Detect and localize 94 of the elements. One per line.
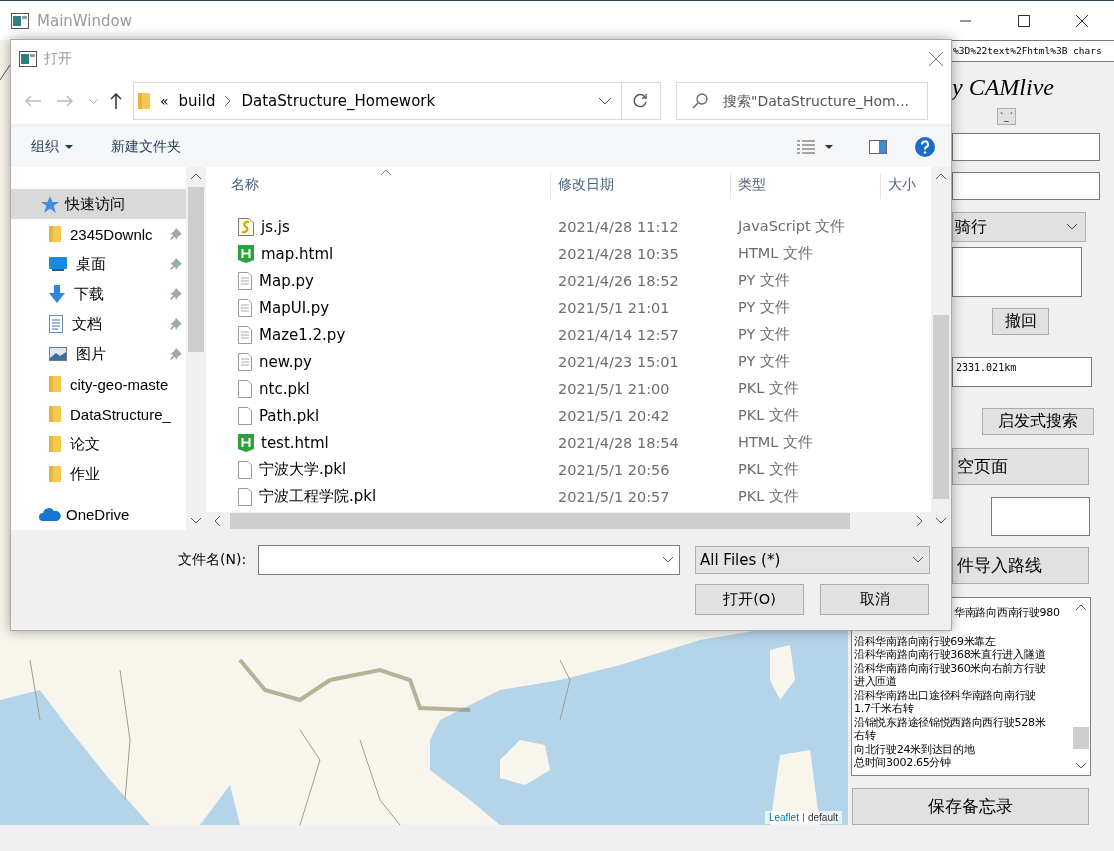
import-route-button[interactable]: 件导入路线 — [952, 547, 1089, 584]
column-header[interactable]: 大小 — [881, 173, 931, 199]
breadcrumb[interactable]: DataStructure_Homework — [241, 92, 436, 110]
nav-item[interactable]: 图片 — [11, 339, 186, 369]
column-header[interactable]: 名称 — [206, 173, 551, 199]
organize-menu[interactable]: 组织 — [31, 138, 73, 156]
file-row[interactable]: Path.pkl 2021/5/1 20:42 PKL 文件 — [206, 402, 931, 429]
file-type: PKL 文件 — [737, 379, 800, 398]
file-row[interactable]: MapUI.py 2021/5/1 21:01 PY 文件 — [206, 294, 931, 321]
route-line: 向北行驶24米到达目的地 — [854, 742, 976, 756]
file-row[interactable]: 宁波大学.pkl 2021/5/1 20:56 PKL 文件 — [206, 456, 931, 483]
save-memo-button[interactable]: 保存备忘录 — [852, 788, 1089, 825]
route-line: 1.7千米右转 — [854, 702, 915, 716]
route-line: 沿科华南路出口途径科华南路向南行驶 — [854, 688, 1037, 702]
file-name: 宁波工程学院.pkl — [259, 487, 377, 506]
file-row[interactable]: Maze1.2.py 2021/4/14 12:57 PY 文件 — [206, 321, 931, 348]
file-date: 2021/4/14 12:57 — [557, 326, 680, 343]
file-name: 宁波大学.pkl — [259, 460, 347, 479]
file-row[interactable]: 宁波工程学院.pkl 2021/5/1 20:57 PKL 文件 — [206, 483, 931, 510]
nav-item[interactable]: 论文 — [11, 429, 186, 459]
file-type: PKL 文件 — [737, 487, 800, 506]
nav-item[interactable]: 文档 — [11, 309, 186, 339]
file-name: js.js — [261, 217, 290, 236]
search-field[interactable]: 搜索"DataStructure_Hom... — [676, 82, 928, 120]
route-line: 华南路向西南行驶980 — [953, 606, 1061, 620]
window-title: MainWindow — [37, 11, 132, 30]
url-field[interactable]: %3D%22text%2Fhtml%3B chars — [950, 40, 1114, 62]
overflow-chevron[interactable]: « — [160, 93, 169, 109]
column-header[interactable]: 修改日期 — [551, 173, 731, 199]
route-line: 沿科华南路向南行驶360米向右前方行驶 — [854, 661, 1047, 675]
nav-item[interactable]: OneDrive — [11, 499, 186, 529]
nav-item[interactable]: 作业 — [11, 459, 186, 489]
file-date: 2021/4/28 18:54 — [557, 434, 680, 451]
route-line: 右转 — [854, 729, 877, 743]
column-header[interactable]: 类型 — [731, 173, 881, 199]
file-row[interactable]: Map.py 2021/4/26 18:52 PY 文件 — [206, 267, 931, 294]
file-date: 2021/5/1 20:42 — [557, 407, 671, 424]
attribution-text: default — [807, 812, 838, 823]
heuristic-search-button[interactable]: 启发式搜索 — [982, 408, 1094, 435]
file-type-dropdown[interactable]: All Files (*) — [695, 546, 930, 574]
file-row[interactable]: test.html 2021/4/28 18:54 HTML 文件 — [206, 429, 931, 456]
file-name-label: 文件名(N): — [178, 551, 248, 569]
file-date: 2021/5/1 21:01 — [557, 299, 671, 316]
file-row[interactable]: new.py 2021/4/23 15:01 PY 文件 — [206, 348, 931, 375]
cancel-button[interactable]: 取消 — [820, 584, 929, 615]
file-name: new.py — [259, 352, 312, 371]
nav-item[interactable]: 快速访问 — [11, 189, 186, 219]
file-row[interactable]: map.html 2021/4/28 10:35 HTML 文件 — [206, 240, 931, 267]
file-date: 2021/4/28 11:12 — [557, 218, 680, 235]
file-type: PY 文件 — [737, 325, 791, 344]
file-name: ntc.pkl — [259, 379, 310, 398]
file-name: Path.pkl — [259, 406, 320, 425]
file-date: 2021/4/28 10:35 — [557, 245, 680, 262]
file-type: JavaScript 文件 — [736, 217, 847, 236]
file-date: 2021/5/1 21:00 — [557, 380, 671, 397]
file-row[interactable]: js.js 2021/4/28 11:12 JavaScript 文件 — [206, 213, 931, 240]
file-type: HTML 文件 — [737, 244, 814, 263]
file-type: HTML 文件 — [737, 433, 814, 452]
open-button[interactable]: 打开(O) — [695, 584, 804, 615]
file-type: PY 文件 — [737, 352, 791, 371]
address-bar[interactable]: « build DataStructure_Homework — [133, 82, 661, 120]
breadcrumb[interactable]: build — [178, 92, 216, 110]
clear-page-button[interactable]: 空页面 — [952, 448, 1089, 485]
route-line: 进入匝道 — [854, 675, 898, 689]
mode-dropdown[interactable]: 骑行 — [952, 212, 1086, 242]
leaflet-link[interactable]: Leaflet — [768, 812, 799, 823]
nav-item[interactable]: city-geo-maste — [11, 369, 186, 399]
file-type: PKL 文件 — [737, 460, 800, 479]
route-line: 总时间3002.65分钟 — [854, 756, 952, 770]
file-type: PY 文件 — [737, 298, 791, 317]
file-name: MapUI.py — [259, 298, 330, 317]
file-date: 2021/5/1 20:57 — [557, 488, 671, 505]
file-date: 2021/4/26 18:52 — [557, 272, 680, 289]
file-name: Map.py — [259, 271, 314, 290]
nav-item[interactable]: DataStructure_ — [11, 399, 186, 429]
route-line: 沿科华南路向南行驶69米靠左 — [854, 634, 997, 648]
nav-item[interactable]: 桌面 — [11, 249, 186, 279]
dialog-title: 打开 — [44, 50, 72, 68]
file-date: 2021/4/23 15:01 — [557, 353, 680, 370]
file-row[interactable]: ntc.pkl 2021/5/1 21:00 PKL 文件 — [206, 375, 931, 402]
file-name: map.html — [261, 244, 334, 263]
route-line: 沿科华南路向南行驶368米直行进入隧道 — [854, 648, 1047, 662]
file-type: PKL 文件 — [737, 406, 800, 425]
file-name: test.html — [261, 433, 329, 452]
route-line: 沿锦悦东路途径锦悦西路向西行驶528米 — [854, 715, 1047, 729]
face-button[interactable]: `_´ — [997, 108, 1016, 125]
nav-item[interactable]: 2345Downlc — [11, 219, 186, 249]
undo-button[interactable]: 撤回 — [992, 308, 1049, 335]
nav-item[interactable]: 下载 — [11, 279, 186, 309]
file-date: 2021/5/1 20:56 — [557, 461, 671, 478]
new-folder-button[interactable]: 新建文件夹 — [111, 138, 181, 156]
file-name: Maze1.2.py — [259, 325, 346, 344]
file-type: PY 文件 — [737, 271, 791, 290]
distance-field[interactable]: 2331.021km — [952, 357, 1092, 387]
